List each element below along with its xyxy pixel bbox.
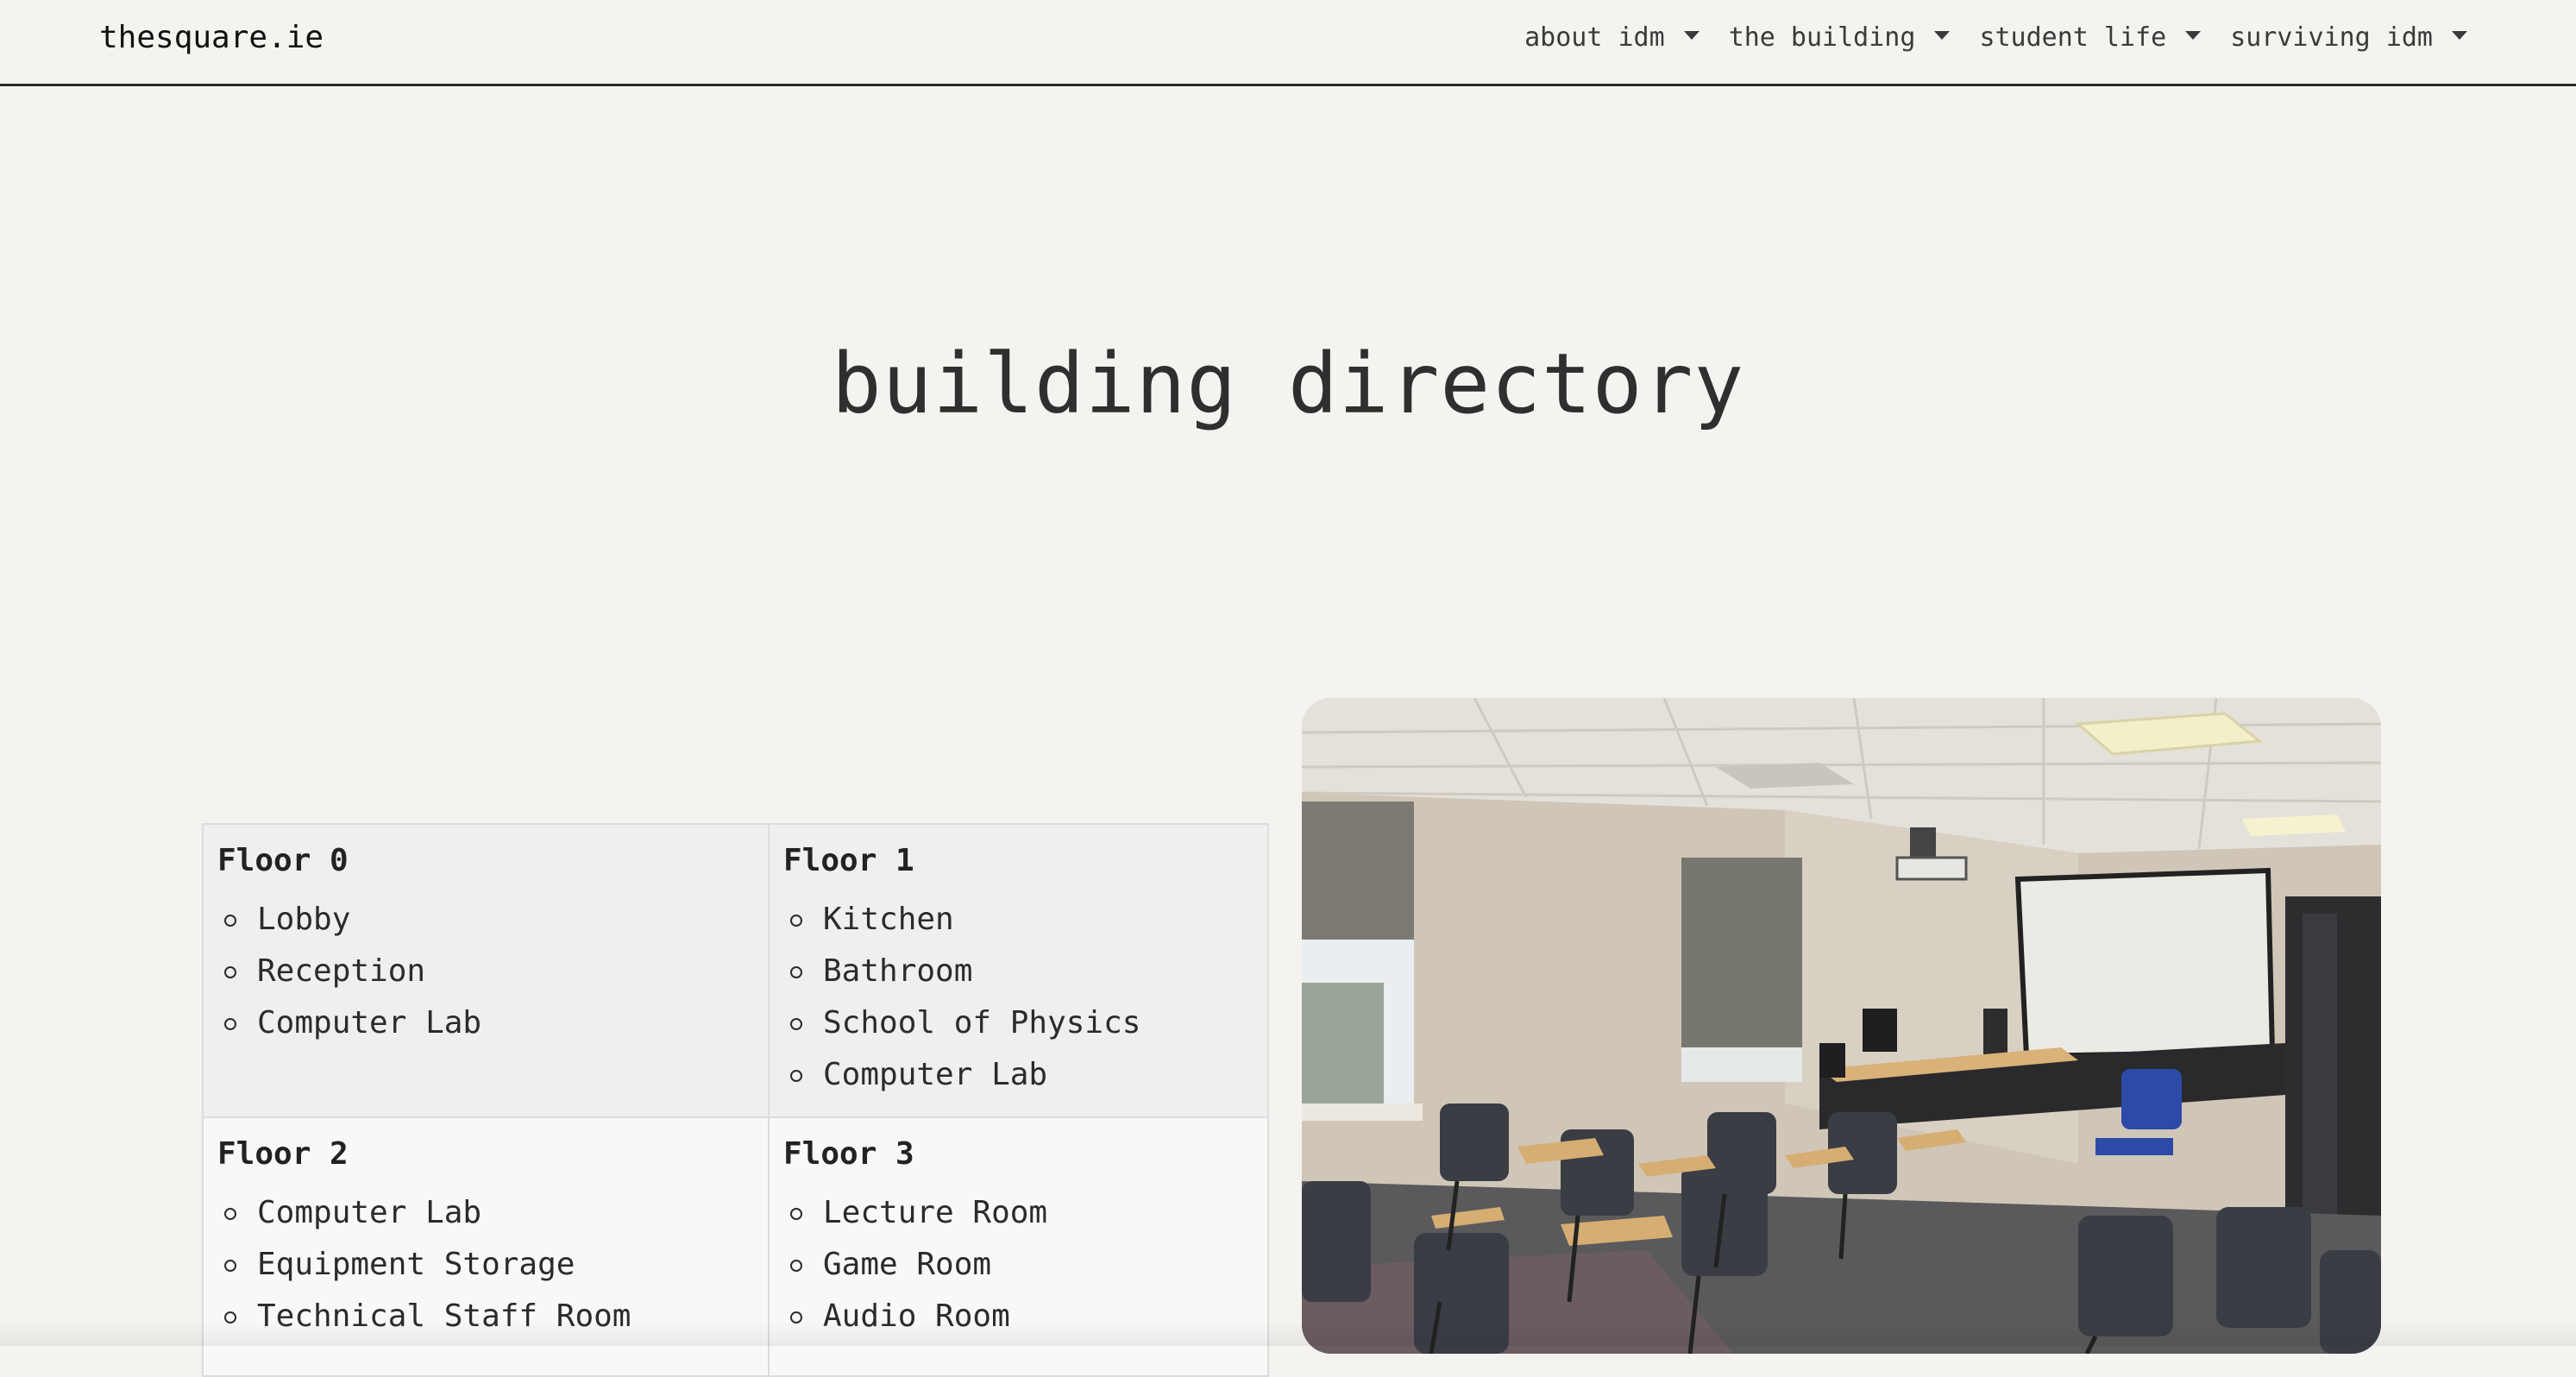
floor-title: Floor 2	[217, 1135, 754, 1173]
circle-bullet-icon	[790, 1208, 802, 1220]
caret-down-icon	[1934, 31, 1950, 40]
classroom-photo	[1302, 698, 2381, 1354]
classroom-illustration	[1302, 698, 2381, 1354]
caret-down-icon	[2452, 31, 2467, 40]
nav-item-label: student life	[1979, 17, 2166, 59]
floor-cell-3: Floor 3 Lecture Room Game Room Audio Roo…	[769, 1117, 1268, 1376]
floor-cell-0: Floor 0 Lobby Reception Computer Lab	[203, 824, 769, 1117]
floor-cell-2: Floor 2 Computer Lab Equipment Storage T…	[203, 1117, 769, 1376]
circle-bullet-icon	[790, 1018, 802, 1030]
caret-down-icon	[1684, 31, 1700, 40]
list-item: Computer Lab	[823, 1049, 1253, 1101]
circle-bullet-icon	[224, 1208, 236, 1220]
circle-bullet-icon	[790, 915, 802, 927]
circle-bullet-icon	[224, 1311, 236, 1324]
room-list: Lobby Reception Computer Lab	[217, 894, 754, 1049]
nav-dropdown-student-life[interactable]: student life	[1979, 17, 2201, 59]
page-title: building directory	[0, 332, 2576, 436]
table-row: Floor 2 Computer Lab Equipment Storage T…	[203, 1117, 1268, 1376]
nav-item-label: about idm	[1524, 17, 1665, 59]
list-item: Lobby	[257, 894, 754, 946]
top-navbar: thesquare.ie about idm the building stud…	[0, 0, 2576, 86]
circle-bullet-icon	[790, 1070, 802, 1082]
brand-logo-link[interactable]: thesquare.ie	[99, 17, 324, 59]
nav-item-label: surviving idm	[2230, 17, 2433, 59]
circle-bullet-icon	[224, 966, 236, 978]
list-item: Reception	[257, 946, 754, 997]
floor-title: Floor 1	[783, 842, 1253, 880]
room-list: Kitchen Bathroom School of Physics Compu…	[783, 894, 1253, 1101]
list-item: Technical Staff Room	[257, 1291, 754, 1342]
list-item: Game Room	[823, 1239, 1253, 1291]
list-item: Bathroom	[823, 946, 1253, 997]
circle-bullet-icon	[790, 966, 802, 978]
circle-bullet-icon	[224, 915, 236, 927]
room-list: Lecture Room Game Room Audio Room	[783, 1187, 1253, 1342]
table-row: Floor 0 Lobby Reception Computer Lab Flo…	[203, 824, 1268, 1117]
building-directory-table: Floor 0 Lobby Reception Computer Lab Flo…	[202, 823, 1269, 1377]
list-item: Audio Room	[823, 1291, 1253, 1342]
list-item: Computer Lab	[257, 997, 754, 1049]
list-item: Lecture Room	[823, 1187, 1253, 1239]
list-item: School of Physics	[823, 997, 1253, 1049]
list-item: Equipment Storage	[257, 1239, 754, 1291]
nav-dropdown-about-idm[interactable]: about idm	[1524, 17, 1700, 59]
list-item: Computer Lab	[257, 1187, 754, 1239]
caret-down-icon	[2185, 31, 2201, 40]
nav-dropdown-surviving-idm[interactable]: surviving idm	[2230, 17, 2467, 59]
nav-menu: about idm the building student life surv…	[1495, 17, 2467, 59]
nav-item-label: the building	[1729, 17, 1916, 59]
circle-bullet-icon	[224, 1018, 236, 1030]
circle-bullet-icon	[790, 1311, 802, 1324]
floor-title: Floor 0	[217, 842, 754, 880]
circle-bullet-icon	[790, 1260, 802, 1272]
floor-title: Floor 3	[783, 1135, 1253, 1173]
nav-dropdown-the-building[interactable]: the building	[1729, 17, 1951, 59]
circle-bullet-icon	[224, 1260, 236, 1272]
floor-cell-1: Floor 1 Kitchen Bathroom School of Physi…	[769, 824, 1268, 1117]
room-list: Computer Lab Equipment Storage Technical…	[217, 1187, 754, 1342]
list-item: Kitchen	[823, 894, 1253, 946]
